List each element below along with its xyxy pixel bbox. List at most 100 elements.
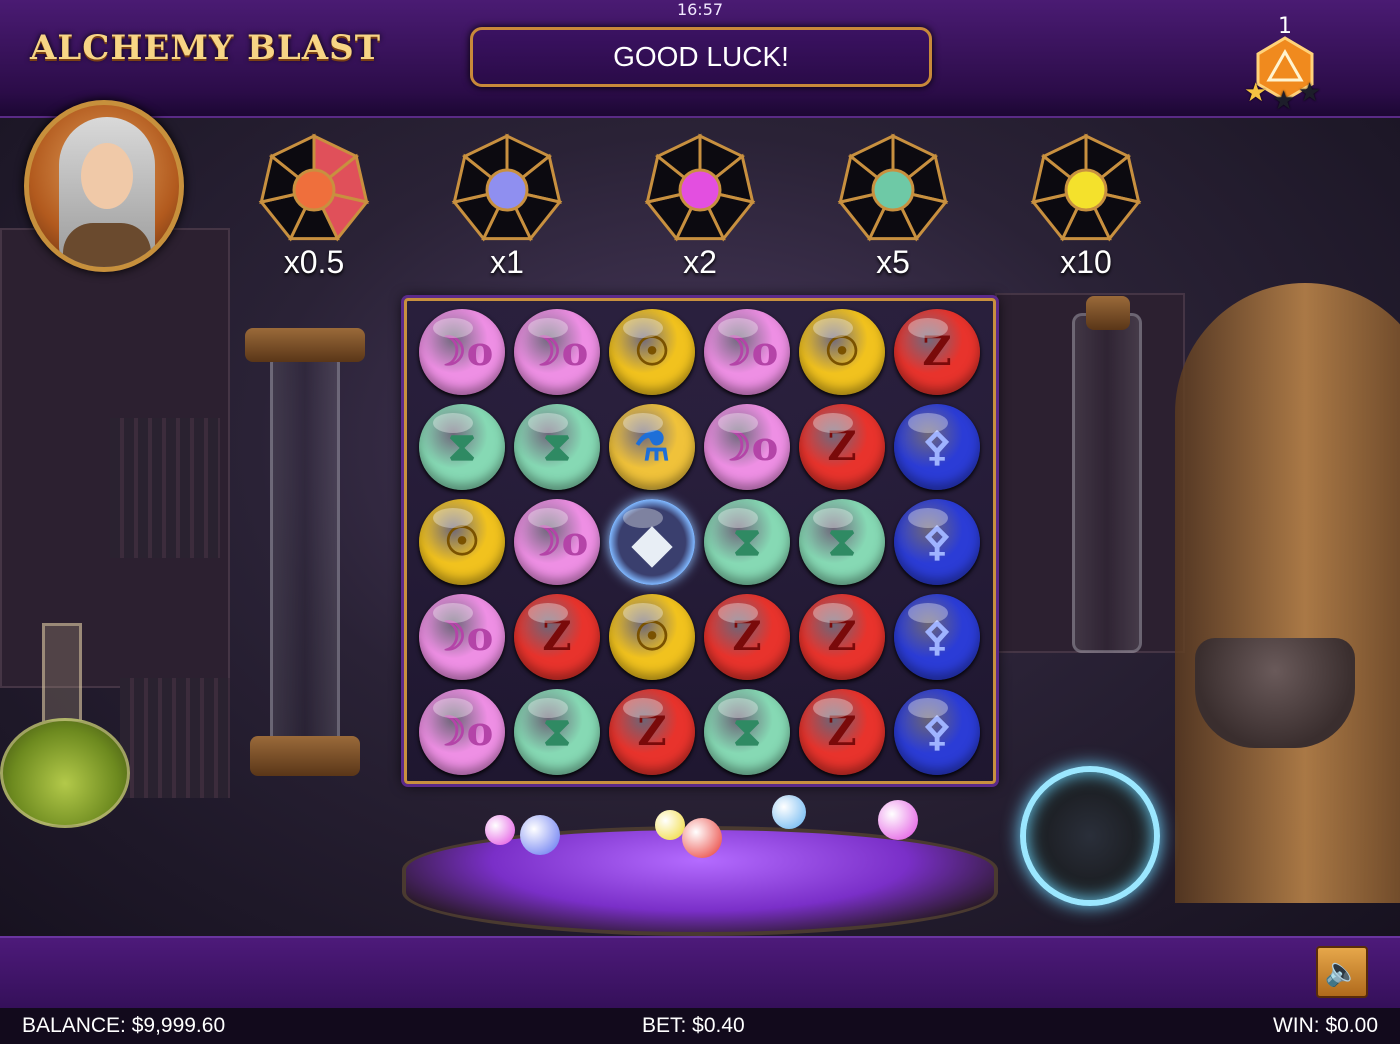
grid-symbol-hourglass: ⧗ [514, 689, 600, 775]
grid-symbol-trident: ⚴ [894, 404, 980, 490]
grid-symbol-zigzag: Z [894, 309, 980, 395]
symbol-highlight [623, 318, 663, 338]
symbol-highlight [623, 413, 663, 433]
symbol-highlight [433, 508, 473, 528]
bubble [682, 818, 722, 858]
green-flask [0, 718, 130, 828]
symbol-grid: ☽o ☽o ☉ ☽o ☉ Z ⧗ ⧗ ⚗ ☽o Z ⚴ ☉ ☽o ◆ ⧗ ⧗ ⚴ ☽o Z ☉ Z Z ⚴ ☽o ⧗ Z ⧗ Z ⚴ [404, 298, 996, 784]
symbol-highlight [433, 603, 473, 623]
level-indicator[interactable]: 1 ★ ★ ★ [1240, 8, 1330, 118]
symbol-highlight [813, 603, 853, 623]
grid-symbol-hourglass: ⧗ [704, 689, 790, 775]
grid-symbol-crystal: ◆ [609, 499, 695, 585]
multiplier-meter: x10 [1028, 132, 1144, 282]
symbol-highlight [813, 698, 853, 718]
grid-symbol-hourglass: ⧗ [799, 499, 885, 585]
symbol-highlight [433, 413, 473, 433]
bookshelf-row [110, 418, 220, 558]
multiplier-label: x1 [490, 244, 524, 280]
symbol-highlight [718, 413, 758, 433]
grid-symbol-zigzag: Z [514, 594, 600, 680]
grid-symbol-sun: ☉ [609, 594, 695, 680]
multiplier-meter: x0.5 [256, 132, 372, 282]
symbol-highlight [718, 698, 758, 718]
multiplier-meter: x5 [835, 132, 951, 282]
symbol-highlight [528, 413, 568, 433]
win-display: WIN: $0.00 [1272, 1014, 1378, 1037]
bubble [878, 800, 918, 840]
grid-symbol-moon: ☽o [514, 499, 600, 585]
grid-symbol-trident: ⚴ [894, 689, 980, 775]
left-tube-cap [245, 328, 365, 362]
heptagon-meter-icon [1030, 133, 1142, 242]
multiplier-meter: x2 [642, 132, 758, 282]
avatar-face [81, 143, 133, 209]
multiplier-label: x0.5 [283, 244, 345, 280]
level-number: 1 [1278, 14, 1292, 39]
grid-symbol-sun: ☉ [419, 499, 505, 585]
archway [1175, 283, 1400, 903]
green-flask-neck [42, 623, 82, 733]
symbol-highlight [623, 698, 663, 718]
grid-symbol-sun: ☉ [799, 309, 885, 395]
cauldron [1195, 638, 1355, 748]
heptagon-meter-icon [837, 133, 949, 242]
bubble [772, 795, 806, 829]
clock: 16:57 [676, 0, 724, 19]
meter-orb [1064, 168, 1108, 212]
star-icon: ★ [1244, 78, 1268, 108]
grid-symbol-potion: ⚗ [609, 404, 695, 490]
star-icon: ★ [1272, 86, 1296, 116]
multiplier-meter: x1 [449, 132, 565, 282]
bottom-bar [0, 936, 1400, 1008]
grid-symbol-zigzag: Z [704, 594, 790, 680]
multiplier-label: x10 [1060, 244, 1112, 280]
bubble [485, 815, 515, 845]
symbol-highlight [433, 698, 473, 718]
grid-symbol-zigzag: Z [799, 404, 885, 490]
symbol-highlight [623, 508, 663, 528]
balance-display: BALANCE: $9,999.60 [22, 1014, 226, 1037]
left-tube-base [250, 736, 360, 776]
meter-orb [678, 168, 722, 212]
grid-symbol-moon: ☽o [419, 309, 505, 395]
right-tube-cap [1086, 296, 1130, 330]
heptagon-meter-icon [258, 133, 370, 242]
message-banner: GOOD LUCK! [470, 27, 932, 87]
grid-symbol-trident: ⚴ [894, 499, 980, 585]
meter-orb [292, 168, 336, 212]
symbol-highlight [908, 508, 948, 528]
sound-button[interactable]: 🔈 [1316, 946, 1368, 998]
alchemist-avatar [24, 100, 184, 272]
symbol-highlight [718, 603, 758, 623]
symbol-highlight [528, 318, 568, 338]
symbol-highlight [528, 508, 568, 528]
speaker-icon: 🔈 [1324, 955, 1360, 988]
grid-symbol-moon: ☽o [704, 404, 790, 490]
grid-symbol-zigzag: Z [799, 594, 885, 680]
symbol-highlight [908, 413, 948, 433]
grid-symbol-hourglass: ⧗ [419, 404, 505, 490]
bubble [520, 815, 560, 855]
right-glass-tube [1072, 313, 1142, 653]
avatar-body [63, 223, 151, 267]
grid-symbol-moon: ☽o [419, 689, 505, 775]
glowing-portal [1020, 766, 1160, 906]
grid-symbol-moon: ☽o [704, 309, 790, 395]
grid-symbol-sun: ☉ [609, 309, 695, 395]
game-logo: ALCHEMY BLAST [30, 28, 382, 68]
symbol-highlight [908, 698, 948, 718]
grid-symbol-zigzag: Z [799, 689, 885, 775]
symbol-highlight [623, 603, 663, 623]
bet-display[interactable]: BET: $0.40 [642, 1014, 745, 1038]
meter-orb [871, 168, 915, 212]
symbol-highlight [718, 318, 758, 338]
bubble [655, 810, 685, 840]
grid-symbol-hourglass: ⧗ [704, 499, 790, 585]
heptagon-meter-icon [451, 133, 563, 242]
multiplier-label: x5 [876, 244, 910, 280]
top-bar: 16:57 ALCHEMY BLAST GOOD LUCK! 1 ★ ★ ★ [0, 0, 1400, 118]
left-glass-tube [270, 353, 340, 753]
grid-symbol-moon: ☽o [419, 594, 505, 680]
grid-symbol-trident: ⚴ [894, 594, 980, 680]
